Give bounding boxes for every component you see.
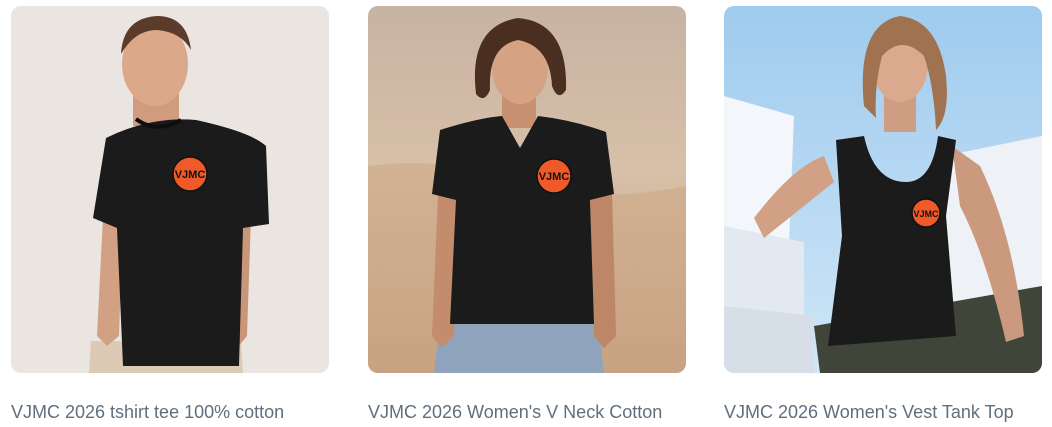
product-photo-tanktop: VJMC: [724, 6, 1042, 373]
product-grid: VJMC VJMC 2026 tshirt tee 100% cotton VJ…: [0, 0, 1052, 427]
product-card[interactable]: VJMC VJMC 2026 tshirt tee 100% cotton: [11, 0, 331, 427]
vjmc-logo-text: VJMC: [175, 169, 206, 181]
product-photo-vneck: VJMC: [368, 6, 686, 373]
vjmc-logo-text: VJMC: [913, 209, 939, 219]
product-card[interactable]: VJMC VJMC 2026 Women's V Neck Cotton: [368, 0, 688, 427]
product-title-link[interactable]: VJMC 2026 tshirt tee 100% cotton: [11, 401, 341, 423]
product-title-link[interactable]: VJMC 2026 Women's V Neck Cotton: [368, 401, 698, 423]
vjmc-logo-text: VJMC: [539, 171, 570, 183]
product-image[interactable]: VJMC: [11, 6, 329, 373]
product-image[interactable]: VJMC: [368, 6, 686, 373]
product-title-link[interactable]: VJMC 2026 Women's Vest Tank Top: [724, 401, 1052, 423]
product-card[interactable]: VJMC VJMC 2026 Women's Vest Tank Top: [724, 0, 1044, 427]
product-photo-tshirt: VJMC: [11, 6, 329, 373]
product-image[interactable]: VJMC: [724, 6, 1042, 373]
